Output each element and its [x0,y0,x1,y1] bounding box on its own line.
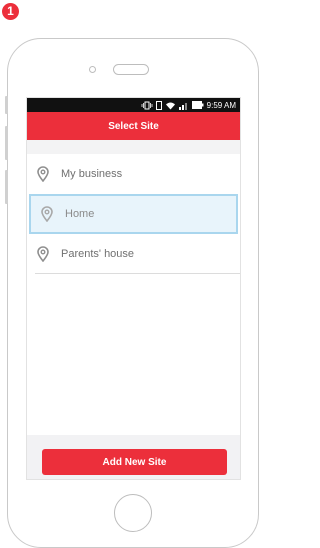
location-pin-icon [35,246,51,262]
site-item-home[interactable]: Home [29,194,238,234]
list-spacer [27,140,240,154]
site-label: My business [61,168,123,180]
side-button [5,96,8,114]
front-camera [89,66,96,73]
volume-down-button [5,170,8,204]
divider [35,273,240,274]
battery-icon [191,101,204,109]
location-pin-icon [39,206,55,222]
status-time: 9:59 AM [206,100,236,110]
phone-outline-icon [155,100,162,110]
signal-icon [178,102,187,110]
site-label: Home [65,208,95,220]
site-list: My business Home Parents' house [27,154,240,274]
site-label: Parents' house [61,248,135,260]
status-bar: 9:59 AM [27,98,240,112]
home-button[interactable] [114,494,152,532]
step-badge: 1 [2,3,19,20]
volume-up-button [5,126,8,160]
vibrate-icon [141,101,153,109]
page-title: Select Site [108,120,159,132]
bottom-action-area: Add New Site [27,435,240,479]
add-new-site-button[interactable]: Add New Site [42,449,227,475]
phone-screen: 9:59 AM Select Site My business Home Par… [27,98,240,479]
app-bar: Select Site [27,112,240,140]
wifi-icon [165,102,175,109]
status-icons: 9:59 AM [141,100,236,110]
location-pin-icon [35,166,51,182]
earpiece-speaker [113,64,149,75]
site-item-parents-house[interactable]: Parents' house [27,234,240,274]
site-item-my-business[interactable]: My business [27,154,240,194]
